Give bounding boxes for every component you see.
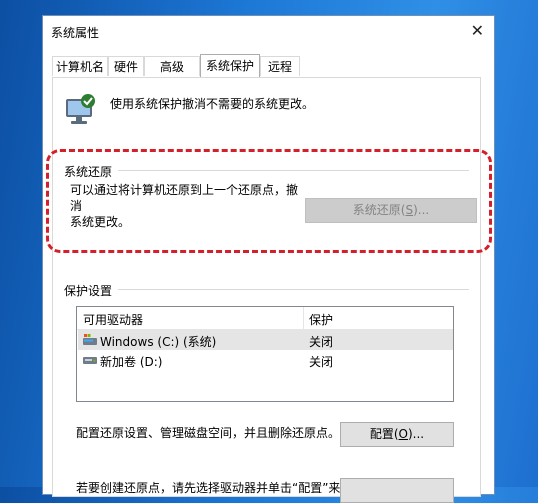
protection-group-title: 保护设置: [64, 282, 119, 299]
tab-remote[interactable]: 远程: [260, 56, 300, 76]
restore-group-line: [64, 170, 469, 171]
column-separator[interactable]: [303, 307, 304, 329]
drives-list-header: 可用驱动器 保护: [77, 307, 453, 330]
configure-button[interactable]: 配置(O)...: [340, 422, 454, 447]
drive-name: Windows (C:) (系统): [100, 335, 217, 349]
protection-group-line: [64, 289, 469, 290]
intro-text: 使用系统保护撤消不需要的系统更改。: [110, 97, 315, 111]
close-icon[interactable]: ✕: [471, 21, 484, 40]
tab-advanced[interactable]: 高级: [144, 56, 200, 76]
system-drive-icon: [83, 334, 97, 345]
restore-description-line1: 可以通过将计算机还原到上一个还原点，撤消: [70, 183, 299, 213]
drive-protection-status: 关闭: [309, 355, 334, 369]
drive-name: 新加卷 (D:): [100, 355, 163, 369]
tab-hardware[interactable]: 硬件: [108, 56, 144, 76]
restore-description: 可以通过将计算机还原到上一个还原点，撤消 系统更改。: [70, 182, 302, 230]
drive-row-c[interactable]: Windows (C:) (系统) 关闭: [78, 330, 453, 350]
column-header-drives[interactable]: 可用驱动器: [83, 311, 143, 328]
configure-button-key: O: [398, 427, 408, 441]
configure-button-prefix: 配置(: [369, 427, 399, 441]
system-restore-button-prefix: 系统还原(: [352, 203, 406, 217]
create-description: 若要创建还原点，请先选择驱动器并单击“配置”来: [76, 481, 341, 495]
tab-computer-name[interactable]: 计算机名: [52, 56, 108, 76]
computer-shield-icon: [66, 94, 95, 124]
drive-icon: [83, 357, 97, 364]
restore-group-title: 系统还原: [64, 163, 119, 180]
restore-description-line2: 系统更改。: [70, 215, 131, 229]
drive-protection-status: 关闭: [309, 335, 334, 349]
system-restore-button[interactable]: 系统还原(S)...: [305, 198, 477, 223]
drive-row-d[interactable]: 新加卷 (D:) 关闭: [78, 350, 453, 370]
system-restore-button-suffix: )...: [413, 203, 430, 217]
drives-list[interactable]: 可用驱动器 保护 Windows (C:) (系统) 关闭 新加卷 (D:) 关…: [76, 306, 454, 402]
title-bar[interactable]: 系统属性 ✕: [43, 16, 494, 47]
tab-system-protection[interactable]: 系统保护: [200, 54, 260, 77]
system-restore-button-key: S: [405, 203, 414, 217]
column-header-protection[interactable]: 保护: [309, 311, 333, 328]
configure-button-suffix: )...: [408, 427, 425, 441]
configure-description: 配置还原设置、管理磁盘空间，并且删除还原点。: [76, 426, 341, 440]
window-title: 系统属性: [51, 26, 100, 40]
create-button[interactable]: [340, 478, 454, 503]
